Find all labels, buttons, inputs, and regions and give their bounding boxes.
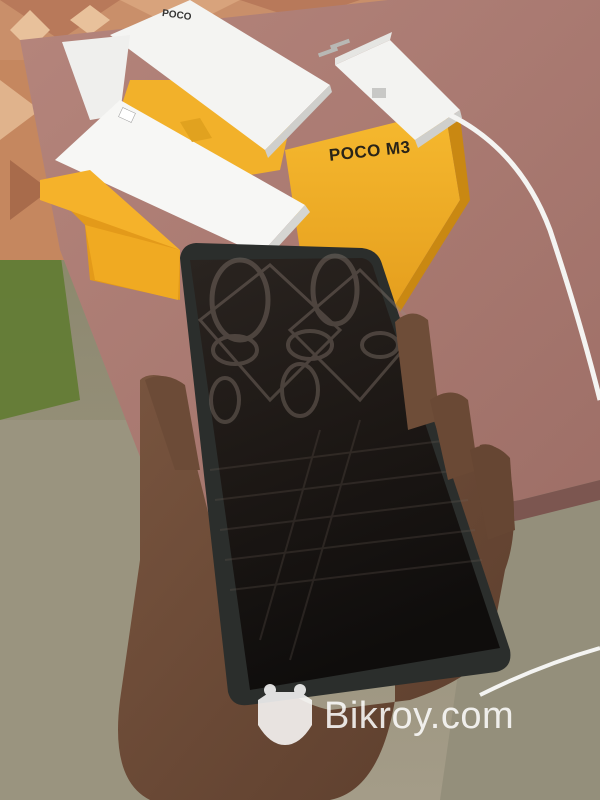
photo-scene: POCO M3 POCO Bikroy.com <box>0 0 600 800</box>
watermark-text: Bikroy.com <box>324 694 515 737</box>
watermark: Bikroy.com <box>258 692 514 740</box>
photo-drawing <box>0 0 600 800</box>
watermark-icon <box>258 692 316 740</box>
